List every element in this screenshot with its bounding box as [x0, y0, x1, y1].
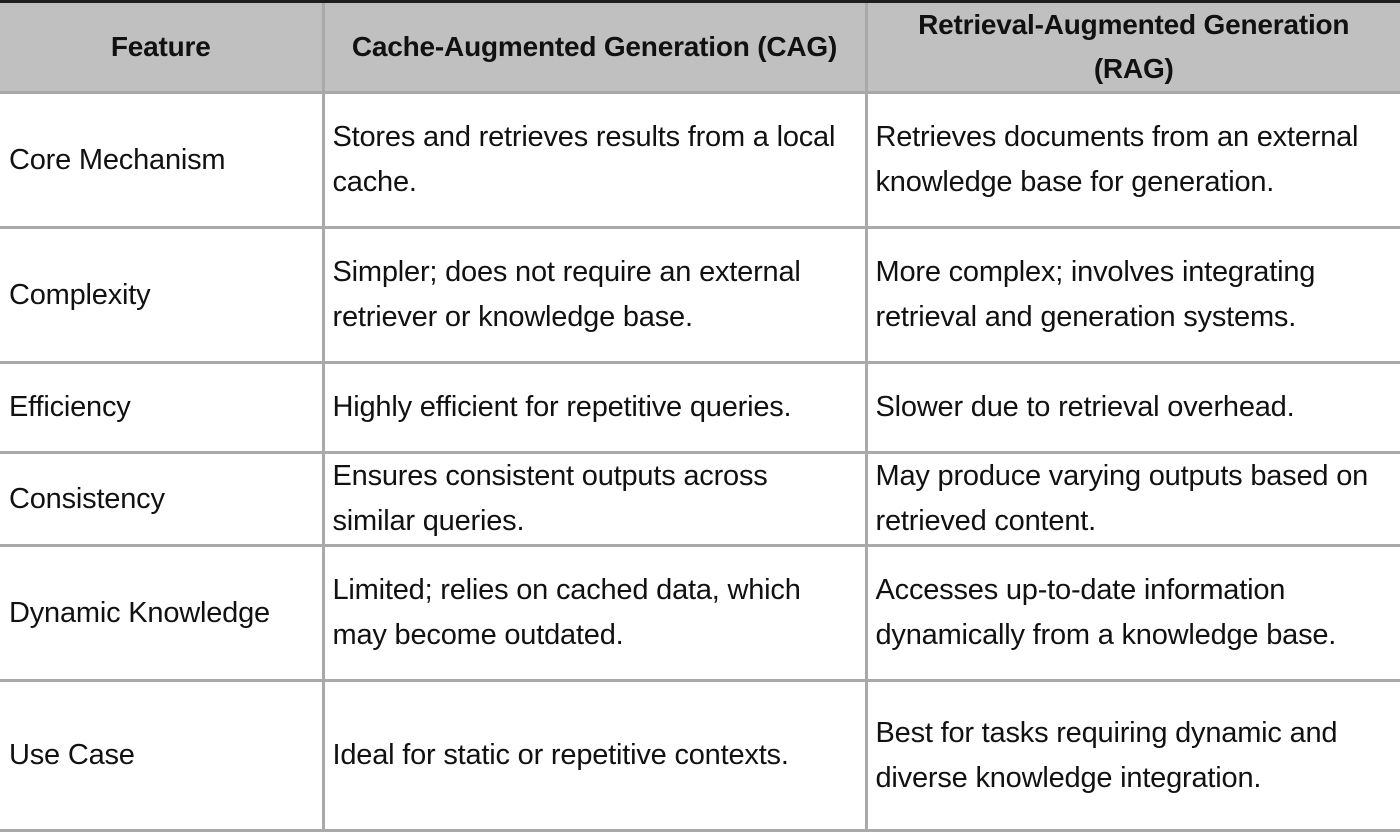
rag-cell: Best for tasks requiring dynamic and div…	[864, 679, 1400, 832]
header-cag: Cache-Augmented Generation (CAG)	[321, 3, 868, 94]
rag-cell: May produce varying outputs based on ret…	[864, 451, 1400, 547]
table-row-use-case: Use Case Ideal for static or repetitive …	[0, 679, 1400, 832]
cag-cell: Simpler; does not require an external re…	[321, 226, 868, 364]
comparison-table: Feature Cache-Augmented Generation (CAG)…	[0, 3, 1400, 832]
table-row-dynamic-knowledge: Dynamic Knowledge Limited; relies on cac…	[0, 544, 1400, 682]
cag-cell: Stores and retrieves results from a loca…	[321, 91, 868, 229]
feature-cell: Dynamic Knowledge	[0, 544, 325, 682]
rag-cell: Retrieves documents from an external kno…	[864, 91, 1400, 229]
feature-cell: Core Mechanism	[0, 91, 325, 229]
rag-cell: More complex; involves integrating retri…	[864, 226, 1400, 364]
feature-cell: Consistency	[0, 451, 325, 547]
cag-cell: Ideal for static or repetitive contexts.	[321, 679, 868, 832]
table-row-core-mechanism: Core Mechanism Stores and retrieves resu…	[0, 91, 1400, 229]
header-rag: Retrieval-Augmented Generation (RAG)	[864, 3, 1400, 94]
rag-cell: Slower due to retrieval overhead.	[864, 361, 1400, 454]
table-row-consistency: Consistency Ensures consistent outputs a…	[0, 451, 1400, 547]
cag-cell: Ensures consistent outputs across simila…	[321, 451, 868, 547]
table-row-complexity: Complexity Simpler; does not require an …	[0, 226, 1400, 364]
cag-cell: Highly efficient for repetitive queries.	[321, 361, 868, 454]
table-row-efficiency: Efficiency Highly efficient for repetiti…	[0, 361, 1400, 454]
feature-cell: Efficiency	[0, 361, 325, 454]
rag-cell: Accesses up-to-date information dynamica…	[864, 544, 1400, 682]
feature-cell: Use Case	[0, 679, 325, 832]
feature-cell: Complexity	[0, 226, 325, 364]
header-feature: Feature	[0, 3, 325, 94]
header-row: Feature Cache-Augmented Generation (CAG)…	[0, 3, 1400, 94]
cag-cell: Limited; relies on cached data, which ma…	[321, 544, 868, 682]
